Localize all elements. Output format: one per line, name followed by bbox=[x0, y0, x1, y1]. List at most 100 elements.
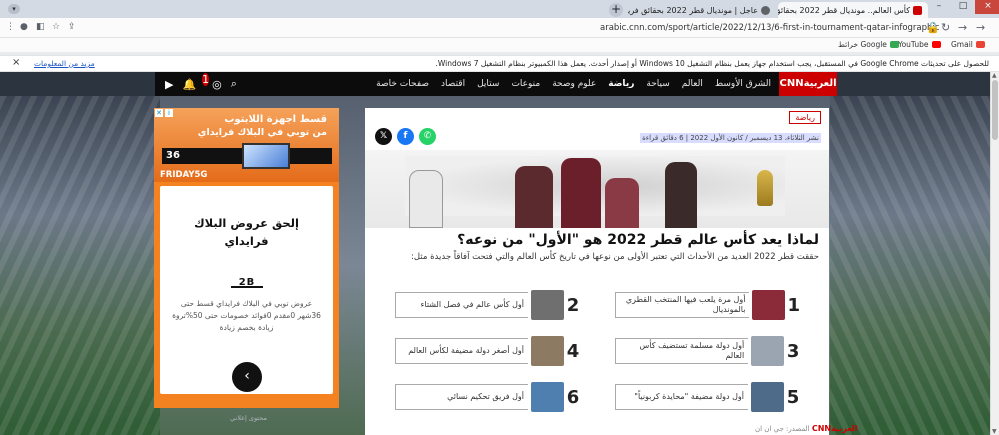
address-bar: ⋮ ● ◧ ☆ ⇪ arabic.cnn.com/sport/article/2… bbox=[0, 18, 999, 38]
scroll-down-icon[interactable]: ▼ bbox=[992, 428, 997, 435]
facebook-share-icon[interactable]: f bbox=[397, 128, 414, 145]
advertisement[interactable]: ✕ i قسط اجهزة اللابتوب من توبي في البلاك… bbox=[154, 108, 339, 408]
tab-title: كأس العالم.. مونديال قطر 2022 بحقائق ثنا… bbox=[778, 5, 910, 15]
url-text[interactable]: arabic.cnn.com/sport/article/2022/12/13/… bbox=[600, 23, 939, 33]
maps-icon bbox=[889, 41, 899, 48]
item-text: أول دولة مسلمة تستضيف كأس العالم bbox=[615, 338, 749, 364]
tab-favicon-icon bbox=[761, 5, 770, 15]
ad-close-icon[interactable]: ✕ bbox=[155, 109, 163, 117]
ad-card: إلحق عروض البلاك فرايداي 2B عروض توبي في… bbox=[160, 186, 333, 394]
menu-icon[interactable]: ⋮ bbox=[6, 22, 15, 32]
infobar-message: للحصول على تحديثات Google Chrome في المس… bbox=[435, 59, 989, 68]
qatar-flag-figure bbox=[605, 178, 639, 228]
youtube-icon bbox=[931, 41, 941, 48]
share-icon[interactable]: ⇪ bbox=[68, 22, 76, 32]
notification-bell-icon[interactable]: 🔔 1 bbox=[182, 72, 210, 91]
nav-item-business[interactable]: اقتصاد bbox=[441, 79, 465, 89]
player-figure bbox=[561, 158, 601, 228]
nav-item-science-health[interactable]: علوم وصحة bbox=[552, 79, 596, 89]
infographic-footer: المصدر: جي ان ان CNNالعربية bbox=[755, 424, 857, 433]
item-text: أول مرة يلعب فيها المنتخب القطري بالموند… bbox=[615, 292, 750, 318]
x-share-icon[interactable]: 𝕏 bbox=[375, 128, 392, 145]
referee-figure bbox=[409, 170, 443, 228]
new-tab-button[interactable]: + bbox=[609, 3, 623, 17]
bookmark-label: خرائط Google bbox=[838, 40, 887, 49]
player-figure bbox=[515, 166, 553, 228]
item-number: 2 bbox=[566, 294, 580, 316]
section-tag[interactable]: رياضة bbox=[789, 111, 821, 124]
hero-image bbox=[365, 150, 829, 228]
gmail-icon bbox=[975, 41, 985, 48]
player-figure bbox=[665, 162, 697, 228]
item-text: أول كأس عالم في فصل الشتاء bbox=[395, 292, 528, 318]
item-thumbnail bbox=[531, 290, 564, 320]
notification-badge: 1 bbox=[202, 72, 210, 86]
first-item: 1 أول مرة يلعب فيها المنتخب القطري بالمو… bbox=[615, 288, 800, 322]
article-title: لماذا يعد كأس عالم قطر 2022 هو "الأول" م… bbox=[457, 232, 819, 248]
item-thumbnail bbox=[531, 382, 564, 412]
item-thumbnail bbox=[751, 336, 785, 366]
site-info-icon[interactable]: 🔒 bbox=[926, 21, 940, 34]
bookmark-gmail[interactable]: Gmail bbox=[951, 40, 985, 49]
nav-item-middle-east[interactable]: الشرق الأوسط bbox=[715, 79, 771, 89]
nav-item-style[interactable]: ستايل bbox=[477, 79, 499, 89]
search-icon[interactable]: ⌕ bbox=[231, 77, 237, 91]
minimize-button[interactable]: – bbox=[927, 0, 951, 14]
site-nav: CNNالعربية الشرق الأوسط العالم سياحة ريا… bbox=[155, 72, 837, 96]
share-buttons: 𝕏 f ✆ bbox=[375, 128, 436, 145]
item-text: أول دولة مضيفة "محايدة كربونياً" bbox=[615, 384, 748, 410]
nav-item-world[interactable]: العالم bbox=[682, 79, 703, 89]
nav-item-travel[interactable]: سياحة bbox=[646, 79, 669, 89]
update-infobar: للحصول على تحديثات Google Chrome في المس… bbox=[0, 55, 999, 72]
back-icon[interactable]: → bbox=[976, 21, 985, 34]
item-number: 5 bbox=[786, 386, 800, 408]
article-lead: حققت قطر 2022 العديد من الأحداث التي تعت… bbox=[410, 252, 819, 262]
cnn-arabic-logo[interactable]: CNNالعربية bbox=[779, 72, 837, 96]
footer-note: المصدر: جي ان ان bbox=[755, 425, 810, 433]
forward-icon[interactable]: → bbox=[958, 21, 967, 34]
reload-icon[interactable]: ↻ bbox=[941, 21, 950, 34]
nav-item-sport[interactable]: رياضة bbox=[608, 79, 634, 89]
ad-info-icon[interactable]: i bbox=[165, 109, 173, 117]
bookmark-label: Gmail bbox=[951, 40, 973, 49]
nav-icons: ▶ 🔔 1 ◎ ⌕ bbox=[165, 72, 237, 96]
account-icon[interactable]: ◎ bbox=[212, 78, 222, 91]
infobar-learn-more-link[interactable]: مزيد من المعلومات bbox=[34, 59, 95, 68]
nav-item-special-pages[interactable]: صفحات خاصة bbox=[376, 79, 429, 89]
bookmark-star-icon[interactable]: ☆ bbox=[52, 22, 60, 32]
ad-friday-label: FRIDAY5G bbox=[160, 170, 208, 180]
item-number: 3 bbox=[786, 340, 800, 362]
ad-banner: ✕ i قسط اجهزة اللابتوب من توبي في البلاك… bbox=[154, 108, 339, 182]
maximize-button[interactable]: □ bbox=[951, 0, 975, 14]
profile-icon[interactable]: ● bbox=[20, 22, 28, 32]
ad-next-button[interactable]: ‹ bbox=[232, 362, 262, 392]
scrollbar-thumb[interactable] bbox=[992, 80, 998, 140]
split-view-icon[interactable]: ◧ bbox=[36, 22, 45, 32]
video-play-icon[interactable]: ▶ bbox=[165, 78, 173, 91]
close-window-button[interactable]: × bbox=[975, 0, 999, 14]
item-number: 6 bbox=[566, 386, 580, 408]
firsts-grid: 1 أول مرة يلعب فيها المنتخب القطري بالمو… bbox=[395, 288, 805, 428]
tab-cnn-quiz[interactable]: عاجل | مونديال قطر 2022 بحقائق فريدة... … bbox=[628, 2, 776, 18]
item-thumbnail bbox=[751, 382, 784, 412]
page-scrollbar[interactable]: ▲ ▼ bbox=[990, 72, 999, 435]
bookmark-maps[interactable]: خرائط Google bbox=[838, 40, 899, 49]
first-item: 5 أول دولة مضيفة "محايدة كربونياً" bbox=[615, 380, 800, 414]
item-text: أول فريق تحكيم نسائي bbox=[395, 384, 528, 410]
bookmarks-bar: Gmail YouTube خرائط Google bbox=[0, 38, 999, 52]
article: رياضة نشر الثلاثاء، 13 ديسمبر / كانون ال… bbox=[365, 108, 857, 435]
tab-cnn-article[interactable]: كأس العالم.. مونديال قطر 2022 بحقائق ثنا… bbox=[778, 2, 928, 18]
tab-search-button[interactable]: ▾ bbox=[8, 4, 20, 14]
bookmark-youtube[interactable]: YouTube bbox=[898, 40, 941, 49]
stadium-background-left bbox=[0, 96, 160, 435]
ad-headline-line1: إلحق عروض البلاك bbox=[194, 216, 299, 230]
infobar-close-icon[interactable]: × bbox=[12, 57, 20, 68]
scroll-up-icon[interactable]: ▲ bbox=[992, 72, 997, 79]
nav-item-variety[interactable]: منوعات bbox=[511, 79, 540, 89]
article-meta: نشر الثلاثاء، 13 ديسمبر / كانون الأول 20… bbox=[640, 133, 821, 143]
cnn-favicon-icon bbox=[913, 5, 922, 15]
whatsapp-share-icon[interactable]: ✆ bbox=[419, 128, 436, 145]
laptop-image bbox=[242, 143, 290, 169]
item-number: 1 bbox=[787, 294, 800, 316]
item-thumbnail bbox=[752, 290, 786, 320]
